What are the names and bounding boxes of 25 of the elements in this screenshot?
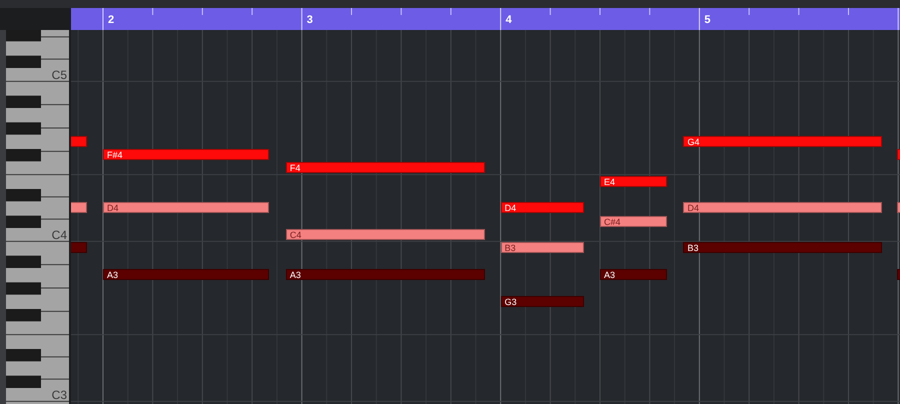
midi-note[interactable]: C4 <box>286 229 485 240</box>
midi-note[interactable]: C#4 <box>600 216 667 227</box>
midi-note[interactable]: D4 <box>500 202 584 214</box>
bar-number: 5 <box>704 14 711 27</box>
midi-note[interactable]: A3 <box>600 269 667 280</box>
midi-note[interactable]: A3 <box>286 269 485 280</box>
midi-note[interactable]: E4 <box>600 176 667 187</box>
note-grid[interactable]: F#4 D4 A3 F4 C4 A3 D4 B3 G3 E4 C#4 A3 G4 D4 B3 <box>71 30 900 404</box>
midi-note[interactable]: G4 <box>683 136 882 147</box>
midi-note[interactable]: G3 <box>500 296 584 307</box>
octave-label: C4 <box>52 228 67 242</box>
midi-note[interactable]: A3 <box>103 269 269 280</box>
midi-note[interactable]: B3 <box>500 242 584 254</box>
midi-note[interactable]: B3 <box>683 242 882 254</box>
bar-number: 2 <box>108 14 114 27</box>
midi-note[interactable]: D4 <box>683 202 882 214</box>
bar-number: 4 <box>506 14 512 27</box>
piano-keyboard[interactable] <box>6 30 69 404</box>
midi-note[interactable]: F#4 <box>103 149 269 160</box>
midi-note[interactable]: F4 <box>286 162 485 174</box>
bar-number: 3 <box>306 14 313 27</box>
midi-note[interactable]: D4 <box>103 202 269 214</box>
octave-label: C3 <box>52 388 67 402</box>
timeline-ruler[interactable]: 2 3 4 5 <box>71 8 900 30</box>
octave-label: C5 <box>52 68 67 82</box>
